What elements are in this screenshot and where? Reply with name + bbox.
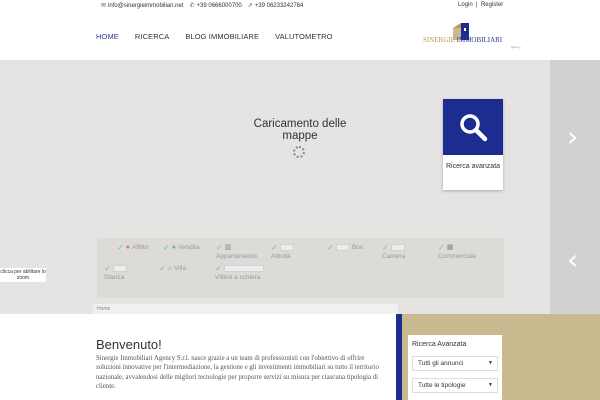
- filter-villino[interactable]: ✓ Villino a schiera: [215, 264, 264, 281]
- filter-box[interactable]: ✓ Box: [327, 244, 363, 252]
- phone1-text: +39 0666000700: [196, 2, 242, 9]
- caret-down-icon: ▼: [488, 382, 493, 388]
- map-loading-text: Caricamento delle mappe: [253, 118, 347, 142]
- filter-stanza-label: Stanza: [104, 274, 125, 281]
- check-icon: ✓: [215, 264, 222, 273]
- phone2-text: +39 06233242784: [254, 2, 304, 9]
- filter-vendita[interactable]: ✓ ● Vendita: [163, 244, 200, 252]
- filter-affitto-label: Affitto: [131, 244, 149, 251]
- property-type-select[interactable]: Tutte le tipologie ▼: [412, 378, 498, 393]
- building-icon: ▥: [224, 244, 232, 251]
- check-icon: ✓: [438, 243, 445, 252]
- filter-villino-label: Villino a schiera: [215, 274, 261, 281]
- site-logo[interactable]: SINERGIE IMMOBILIARI agency: [423, 20, 533, 52]
- advanced-search-card[interactable]: Ricerca avanzata: [443, 99, 503, 190]
- logo-subtext: agency: [511, 45, 521, 49]
- phone2-contact[interactable]: ⇗ +39 06233242784: [247, 2, 304, 10]
- check-icon: ✓: [163, 243, 170, 252]
- logo-text: SINERGIE IMMOBILIARI: [423, 36, 502, 44]
- main-nav: HOME RICERCA BLOG IMMOBILIARE VALUTOMETR…: [96, 32, 349, 41]
- filter-villa[interactable]: ✓ ⌂ Villa: [159, 265, 186, 273]
- villino-badge: [223, 265, 264, 272]
- login-link[interactable]: Login: [458, 2, 473, 8]
- email-contact[interactable]: ✉ info@sinergieimmobiliari.net: [101, 2, 184, 10]
- filter-vendita-label: Vendita: [177, 244, 200, 251]
- announcement-type-select[interactable]: Tutti gli annunci ▼: [412, 356, 498, 371]
- map-pin-icon: ●: [171, 244, 176, 251]
- filter-affitto[interactable]: ✓ ● Affitto: [117, 244, 148, 252]
- map-area[interactable]: Caricamento delle mappe Ricerca avanzata…: [0, 60, 600, 314]
- phone1-contact[interactable]: ✆ +39 0666000700: [189, 2, 242, 10]
- nav-ricerca[interactable]: RICERCA: [135, 32, 169, 41]
- map-pin-icon: ●: [125, 244, 130, 251]
- filter-camera-label: Camera: [382, 253, 406, 260]
- filter-camera[interactable]: ✓ Camera: [382, 243, 405, 261]
- grid-icon: ▦: [446, 244, 454, 251]
- stanza-badge: [112, 265, 127, 272]
- filter-commerciale[interactable]: ✓ ▦ Commerciale: [438, 243, 476, 261]
- camera-badge: [390, 244, 405, 251]
- loading-spinner-icon: [293, 146, 305, 158]
- email-text: info@sinergieimmobiliari.net: [108, 2, 184, 9]
- check-icon: ✓: [159, 264, 166, 273]
- zoom-tip[interactable]: clicca per abilitare lo zoom: [0, 268, 46, 282]
- check-icon: ✓: [327, 243, 334, 252]
- chevron-right-icon[interactable]: ›: [567, 123, 578, 151]
- advanced-search-panel: Ricerca Avanzata Tutti gli annunci ▼ Tut…: [408, 335, 502, 400]
- external-link-icon: ⇗: [247, 3, 253, 9]
- filter-box-label: Box: [351, 244, 363, 251]
- contact-info: ✉ info@sinergieimmobiliari.net ✆ +39 066…: [101, 2, 304, 10]
- filter-villa-label: Villa: [173, 265, 187, 272]
- magnifier-icon: [460, 114, 488, 142]
- caret-down-icon: ▼: [488, 360, 493, 366]
- check-icon: ✓: [216, 243, 223, 252]
- breadcrumb-home[interactable]: Home: [97, 306, 110, 312]
- register-link[interactable]: Register: [481, 2, 503, 8]
- filter-appartamento[interactable]: ✓ ▥ Appartamento: [216, 243, 257, 261]
- site-header: HOME RICERCA BLOG IMMOBILIARE VALUTOMETR…: [0, 12, 600, 60]
- auth-links: Login | Register: [458, 2, 503, 8]
- attivita-badge: [279, 244, 294, 251]
- breadcrumb: Home: [93, 304, 398, 314]
- check-icon: ✓: [271, 243, 278, 252]
- auth-separator: |: [476, 2, 478, 8]
- main-content: Benvenuto! Sinergie Immobiliari Agency S…: [0, 314, 396, 400]
- announcement-type-value: Tutti gli annunci: [418, 360, 464, 367]
- phone-icon: ✆: [189, 3, 195, 9]
- page-title: Benvenuto!: [96, 337, 162, 352]
- house-icon: ⌂: [167, 265, 172, 272]
- filter-attivita[interactable]: ✓ Attività: [271, 243, 294, 260]
- chevron-left-icon[interactable]: ‹: [567, 246, 578, 274]
- nav-valutometro[interactable]: VALUTOMETRO: [275, 32, 333, 41]
- advanced-search-label: Ricerca avanzata: [445, 163, 501, 170]
- nav-home[interactable]: HOME: [96, 32, 119, 41]
- property-filters: ✓ ● Affitto ✓ ● Vendita ✓ ▥ Appartamento…: [97, 238, 504, 298]
- filter-attivita-label: Attività: [271, 253, 291, 260]
- filter-commerciale-label: Commerciale: [438, 253, 477, 260]
- intro-paragraph: Sinergie Immobiliari Agency S.r.l. nasce…: [96, 355, 379, 390]
- check-icon: ✓: [104, 264, 111, 273]
- nav-blog[interactable]: BLOG IMMOBILIARE: [185, 32, 259, 41]
- top-info-bar: ✉ info@sinergieimmobiliari.net ✆ +39 066…: [0, 0, 600, 12]
- envelope-icon: ✉: [101, 3, 107, 9]
- logo-text-immobiliari: IMMOBILIARI: [456, 36, 503, 44]
- filter-stanza[interactable]: ✓ Stanza: [104, 264, 127, 281]
- sidebar-accent-bar: [396, 314, 402, 400]
- box-badge: [335, 244, 350, 251]
- search-card-icon-box: [443, 99, 503, 155]
- check-icon: ✓: [382, 243, 389, 252]
- logo-text-sinergie: SINERGIE: [423, 36, 455, 44]
- advanced-search-title: Ricerca Avanzata: [412, 341, 467, 348]
- check-icon: ✓: [117, 243, 124, 252]
- property-type-value: Tutte le tipologie: [418, 382, 466, 389]
- filter-appartamento-label: Appartamento: [216, 253, 257, 260]
